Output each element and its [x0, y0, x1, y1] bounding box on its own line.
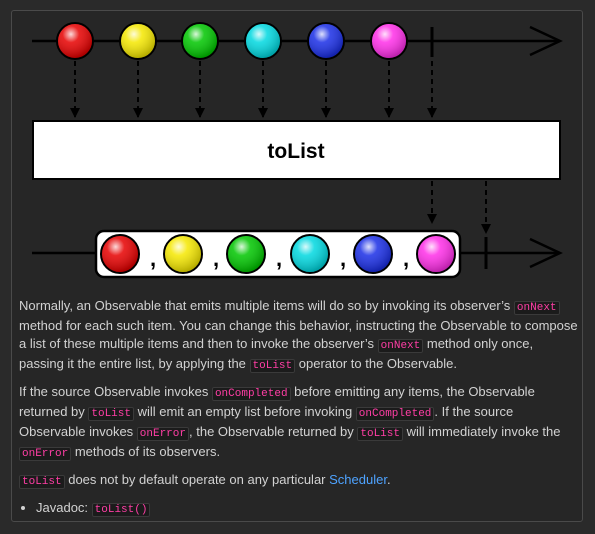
code-onNext: onNext: [377, 339, 424, 353]
list-separator: ,: [150, 246, 156, 271]
output-arrows: [427, 181, 491, 234]
code-toList: toList: [19, 475, 65, 489]
code-onError: onError: [19, 447, 72, 461]
javadoc-item: Javadoc: toList(): [36, 499, 579, 519]
code-onCompleted: onCompleted: [355, 407, 435, 421]
code-toList: toList: [88, 407, 134, 421]
marble-diagram: toList ,,,,,: [32, 22, 563, 279]
list-separator: ,: [403, 246, 409, 271]
source-marble: [119, 22, 157, 60]
source-marble: [244, 22, 282, 60]
description-paragraph-3: toList does not by default operate on an…: [19, 471, 579, 491]
list-separator: ,: [340, 246, 346, 271]
code-javadoc-toList[interactable]: toList(): [91, 503, 151, 517]
result-marble: [226, 234, 266, 274]
code-toList: toList: [357, 427, 403, 441]
source-timeline: [32, 25, 563, 57]
operator-box: toList: [32, 120, 561, 180]
result-marble: [100, 234, 140, 274]
code-onNext: onNext: [513, 301, 560, 315]
operator-description: Normally, an Observable that emits multi…: [19, 297, 579, 519]
scheduler-link[interactable]: Scheduler: [329, 472, 387, 487]
code-onError: onError: [136, 427, 189, 441]
source-marble: [56, 22, 94, 60]
reference-list: Javadoc: toList(): [19, 499, 579, 519]
result-marble: [163, 234, 203, 274]
operator-label: toList: [267, 140, 324, 163]
result-marble: [290, 234, 330, 274]
input-arrows: [70, 61, 437, 118]
source-marble: [181, 22, 219, 60]
result-marble: [416, 234, 456, 274]
source-marble: [307, 22, 345, 60]
operator-doc-panel: toList ,,,,, Normally, an Observable tha…: [11, 10, 583, 522]
result-marble: [353, 234, 393, 274]
code-toList: toList: [249, 359, 296, 373]
code-onCompleted: onCompleted: [211, 387, 291, 401]
list-separator: ,: [213, 246, 219, 271]
source-marble: [370, 22, 408, 60]
description-paragraph-1: Normally, an Observable that emits multi…: [19, 298, 578, 373]
list-separator: ,: [276, 246, 282, 271]
description-paragraph-2: If the source Observable invokes onCompl…: [19, 384, 561, 461]
